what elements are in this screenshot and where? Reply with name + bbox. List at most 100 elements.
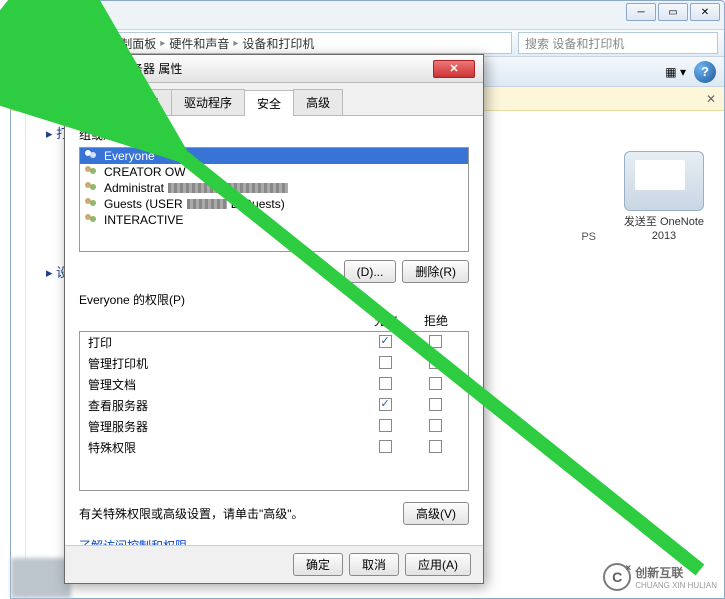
users-icon [84,213,100,227]
apply-button[interactable]: 应用(A) [405,553,471,576]
remove-button[interactable]: 删除(R) [402,260,469,283]
advanced-button[interactable]: 高级(V) [403,502,469,525]
deny-checkbox[interactable] [429,440,442,453]
perm-header: 允许 拒绝 [79,312,469,331]
dialog-title: 打印服务器 属性 [95,60,182,77]
window-controls: ─ ▭ ✕ [624,3,720,21]
tab-drivers[interactable]: 驱动程序 [171,89,245,115]
blur-decoration [11,558,71,598]
user-name: Administrat [104,181,164,195]
sidebar [11,111,26,598]
deny-checkbox[interactable] [429,398,442,411]
permission-row: 打印 [80,332,468,353]
censored [168,183,288,193]
device-label2: 2013 [624,229,704,243]
address-bar[interactable]: 🖥 ▸ 控制面板 ▸ 硬件和声音 ▸ 设备和打印机 [73,32,512,54]
logo-icon: C [603,563,631,591]
properties-dialog: 打印服务器 属性 ✕ 表单 端口 驱动程序 安全 高级 组或用户名(G)： Ev… [64,54,484,584]
allow-checkbox[interactable] [379,398,392,411]
dialog-body: 组或用户名(G)： EveryoneCREATOR OWAdministratG… [65,116,483,550]
minimize-button[interactable]: ─ [626,3,656,21]
breadcrumb-sep: ▸ [99,38,104,49]
permission-name: 打印 [88,334,360,351]
permission-row: 管理文档 [80,374,468,395]
cancel-button[interactable]: 取消 [349,553,399,576]
breadcrumb-hw[interactable]: 硬件和声音 [169,35,229,52]
deny-checkbox[interactable] [429,419,442,432]
deny-header: 拒绝 [411,312,461,329]
close-button[interactable]: ✕ [690,3,720,21]
permission-row: 管理打印机 [80,353,468,374]
info-text: Window [19,92,62,106]
logo-sub: CHUANG XIN HULIAN [635,581,717,590]
tab-advanced[interactable]: 高级 [293,89,343,115]
tab-ports[interactable]: 端口 [122,89,172,115]
allow-checkbox[interactable] [379,356,392,369]
allow-checkbox[interactable] [379,440,392,453]
allow-header: 允许 [361,312,411,329]
allow-checkbox[interactable] [379,377,392,390]
user-name: CREATOR OW [104,165,186,179]
breadcrumb-sep: ▸ [233,38,238,49]
printer-icon [624,151,704,211]
add-button[interactable]: (D)... [344,260,397,283]
permission-name: 管理服务器 [88,418,360,435]
permission-name: 管理文档 [88,376,360,393]
user-row[interactable]: Guests (USER D\Guests) [80,196,468,212]
user-tail: D\Guests) [231,197,285,211]
users-icon [84,181,100,195]
back-button[interactable]: ◀ [17,32,41,54]
close-icon[interactable]: ✕ [433,60,475,78]
permissions-label: Everyone 的权限(P) [79,291,469,308]
help-icon[interactable]: ? [694,61,716,83]
info-close-icon[interactable]: ✕ [706,92,716,106]
user-row[interactable]: Administrat [80,180,468,196]
view-icon[interactable]: ▦ ▾ [665,65,686,79]
device-label: 发送至 OneNote [624,215,704,229]
ok-button[interactable]: 确定 [293,553,343,576]
tab-forms[interactable]: 表单 [73,89,123,115]
permission-name: 特殊权限 [88,439,360,456]
nav-bar: ◀ ▶ 🖥 ▸ 控制面板 ▸ 硬件和声音 ▸ 设备和打印机 搜索 设备和打印机 [11,29,724,57]
tabs: 表单 端口 驱动程序 安全 高级 [65,83,483,116]
breadcrumb-root[interactable]: 控制面板 [108,35,156,52]
folder-icon: 🖥 [80,36,95,50]
permission-row: 特殊权限 [80,437,468,458]
users-icon [84,197,100,211]
permission-row: 查看服务器 [80,395,468,416]
permission-name: 查看服务器 [88,397,360,414]
user-name: Everyone [104,149,155,163]
allow-checkbox[interactable] [379,335,392,348]
permission-row: 管理服务器 [80,416,468,437]
user-row[interactable]: INTERACTIVE [80,212,468,228]
printer-icon [73,61,89,77]
search-placeholder: 搜索 设备和打印机 [525,35,624,52]
dialog-footer: 确定 取消 应用(A) [65,545,483,583]
user-name: INTERACTIVE [104,213,183,227]
allow-checkbox[interactable] [379,419,392,432]
user-row[interactable]: Everyone [80,148,468,164]
forward-button[interactable]: ▶ [45,32,69,54]
group-label: 组或用户名(G)： [79,126,469,143]
permission-name: 管理打印机 [88,355,360,372]
search-input[interactable]: 搜索 设备和打印机 [518,32,718,54]
dialog-titlebar[interactable]: 打印服务器 属性 ✕ [65,55,483,83]
add-device-button[interactable]: 添加设 [19,63,55,80]
breadcrumb-dev[interactable]: 设备和打印机 [242,35,314,52]
deny-checkbox[interactable] [429,356,442,369]
user-list[interactable]: EveryoneCREATOR OWAdministratGuests (USE… [79,147,469,252]
tab-security[interactable]: 安全 [244,90,294,116]
maximize-button[interactable]: ▭ [658,3,688,21]
deny-checkbox[interactable] [429,377,442,390]
breadcrumb-sep: ▸ [160,38,165,49]
user-row[interactable]: CREATOR OW [80,164,468,180]
logo-text: 创新互联 [635,564,717,581]
deny-checkbox[interactable] [429,335,442,348]
device-item[interactable]: 发送至 OneNote 2013 [624,151,704,244]
users-icon [84,149,100,163]
ps-label: PS [581,231,596,243]
watermark-logo: C 创新互联 CHUANG XIN HULIAN [603,563,717,591]
censored [187,199,227,209]
user-name: Guests (USER [104,197,183,211]
permissions-list[interactable]: 打印管理打印机管理文档查看服务器管理服务器特殊权限 [79,331,469,491]
